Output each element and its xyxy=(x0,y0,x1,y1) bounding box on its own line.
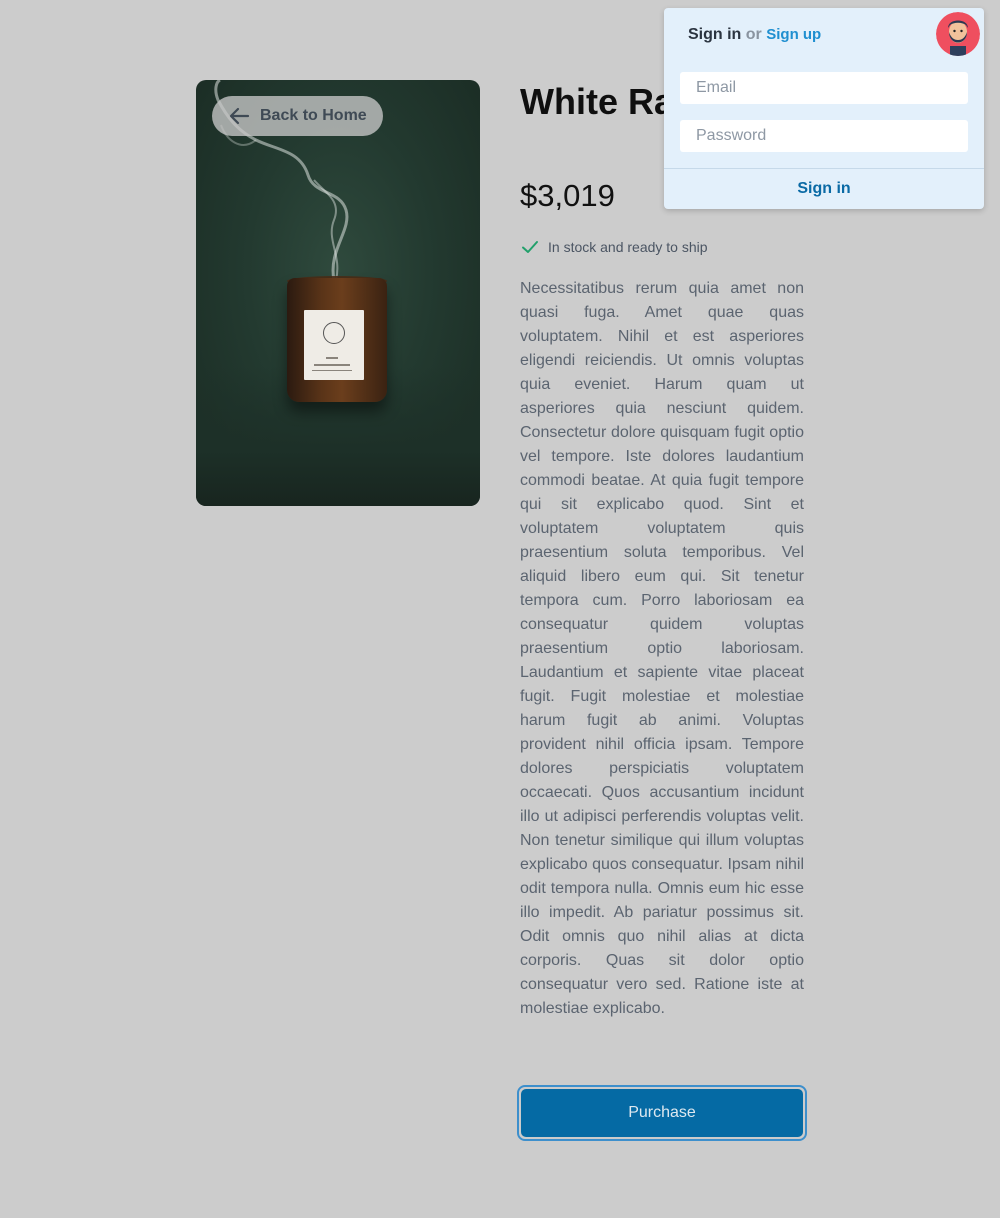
stock-status-text: In stock and ready to ship xyxy=(548,239,708,255)
purchase-button[interactable]: Purchase xyxy=(517,1085,807,1141)
purchase-button-label: Purchase xyxy=(521,1089,803,1137)
password-field[interactable] xyxy=(680,120,968,152)
back-to-home-button[interactable]: Back to Home xyxy=(212,96,383,136)
email-field[interactable] xyxy=(680,72,968,104)
candle-logo-icon xyxy=(323,322,345,344)
candle-label-line xyxy=(326,357,338,359)
signup-link[interactable]: Sign up xyxy=(766,26,821,43)
signin-header: Sign in or Sign up xyxy=(688,26,821,44)
product-description: Necessitatibus rerum quia amet non quasi… xyxy=(520,280,804,1017)
check-icon xyxy=(522,241,538,253)
signin-submit-button[interactable]: Sign in xyxy=(664,169,984,209)
user-avatar-icon xyxy=(936,12,980,56)
signin-title: Sign in xyxy=(688,26,742,43)
stock-status: In stock and ready to ship xyxy=(520,237,708,257)
back-to-home-label: Back to Home xyxy=(260,107,367,124)
avatar[interactable] xyxy=(936,12,980,56)
product-price: $3,019 xyxy=(520,178,615,213)
signin-or-text: or xyxy=(745,26,762,43)
candle-label-line xyxy=(314,364,350,366)
arrow-left-icon xyxy=(229,107,250,125)
candle-label-line xyxy=(312,370,352,371)
